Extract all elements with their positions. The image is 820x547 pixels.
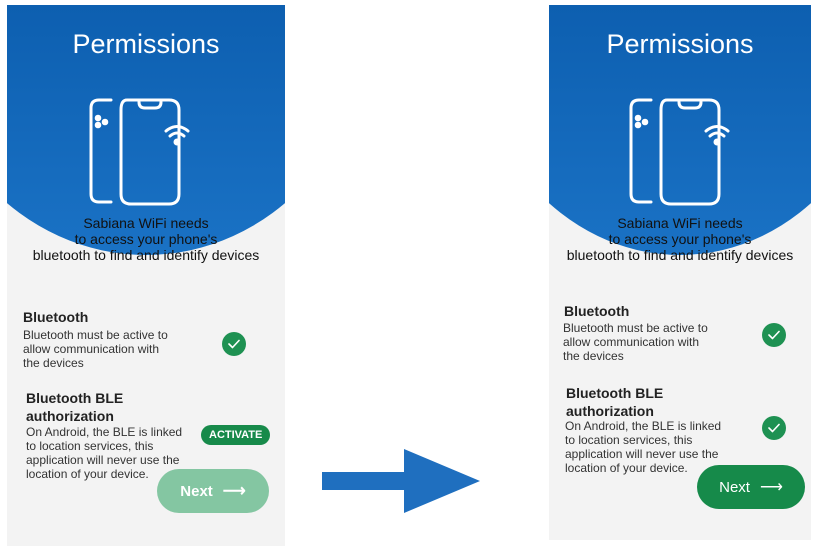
ble-desc-line-1: On Android, the BLE is linked (565, 419, 722, 433)
ble-desc-line-3: application will never use the (565, 447, 719, 461)
bluetooth-description: Bluetooth must be active to allow commun… (23, 328, 168, 370)
flow-arrow-icon (322, 449, 480, 513)
bluetooth-title: Bluetooth (564, 303, 630, 319)
next-button[interactable]: Next ⟶ (697, 465, 805, 509)
bluetooth-check-icon (762, 323, 786, 347)
ble-desc-line-3: application will never use the (26, 453, 180, 467)
bluetooth-title: Bluetooth (23, 309, 89, 325)
bluetooth-desc-line-2: allow communication with (23, 342, 160, 356)
intro-line-1: Sabiana WiFi needs (617, 215, 743, 231)
ble-desc-line-4: location of your device. (565, 461, 688, 475)
ble-description: On Android, the BLE is linked to locatio… (26, 425, 182, 481)
next-label: Next (180, 482, 213, 500)
ble-title: Bluetooth BLE authorization (566, 384, 663, 420)
intro-line-2: to access your phone's (608, 231, 752, 247)
phones-wifi-icon (629, 98, 730, 206)
ble-title-line-1: Bluetooth BLE (566, 385, 664, 401)
page-title: Permissions (72, 29, 220, 59)
phones-wifi-icon (89, 98, 190, 206)
activate-button[interactable]: ACTIVATE (201, 425, 271, 445)
bluetooth-desc-line-3: the devices (563, 349, 624, 363)
bluetooth-check-icon (222, 332, 246, 356)
arrow-right-icon: ⟶ (759, 479, 783, 496)
page-title: Permissions (606, 29, 754, 59)
ble-check-icon (762, 416, 786, 440)
ble-description: On Android, the BLE is linked to locatio… (565, 419, 721, 475)
intro-line-3: bluetooth to find and identify devices (566, 247, 794, 263)
arrow-right-icon: ⟶ (222, 483, 246, 500)
bluetooth-desc-line-3: the devices (23, 356, 84, 370)
ble-desc-line-1: On Android, the BLE is linked (26, 425, 183, 439)
bluetooth-description: Bluetooth must be active to allow commun… (563, 321, 708, 363)
ble-title-line-2: authorization (26, 408, 114, 424)
ble-desc-line-2: to location services, this (26, 439, 154, 453)
ble-title-line-2: authorization (566, 403, 654, 419)
bluetooth-desc-line-2: allow communication with (563, 335, 700, 349)
ble-desc-line-2: to location services, this (565, 433, 693, 447)
intro-line-3: bluetooth to find and identify devices (32, 247, 260, 263)
ble-title-line-1: Bluetooth BLE (26, 390, 124, 406)
bluetooth-desc-line-1: Bluetooth must be active to (23, 328, 168, 342)
screen-before: Permissions Sabiana WiFi needs to access… (7, 5, 285, 546)
intro-text: Sabiana WiFi needs to access your phone'… (7, 215, 285, 263)
intro-text: Sabiana WiFi needs to access your phone'… (549, 215, 811, 263)
ble-title: Bluetooth BLE authorization (26, 389, 123, 425)
bluetooth-desc-line-1: Bluetooth must be active to (563, 321, 708, 335)
screen-after: Permissions Sabiana WiFi needs to access… (549, 5, 811, 540)
ble-desc-line-4: location of your device. (26, 467, 149, 481)
next-button-disabled[interactable]: Next ⟶ (157, 469, 269, 513)
intro-line-2: to access your phone's (74, 231, 218, 247)
intro-line-1: Sabiana WiFi needs (83, 215, 209, 231)
next-label: Next (719, 478, 750, 496)
